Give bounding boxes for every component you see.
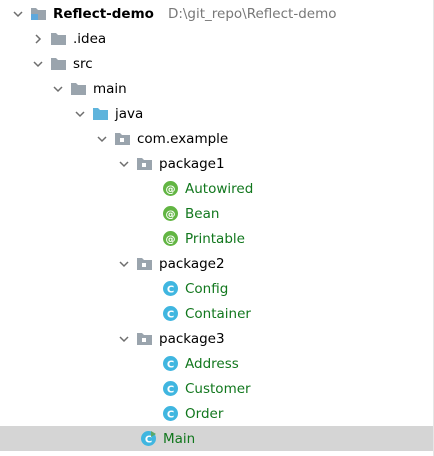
class-icon: C xyxy=(162,280,179,297)
package-icon xyxy=(136,255,153,272)
svg-text:C: C xyxy=(167,284,174,295)
tree-node-reflect-demo[interactable]: Reflect-demo D:\git_repo\Reflect-demo xyxy=(0,1,434,26)
package-label: package3 xyxy=(159,330,225,347)
file-label: Customer xyxy=(185,380,251,397)
package-icon xyxy=(136,330,153,347)
tree-node-main-class[interactable]: C Main xyxy=(0,426,434,451)
annotation-icon: @ xyxy=(162,230,179,247)
chevron-down-icon[interactable] xyxy=(72,106,88,122)
folder-icon xyxy=(70,80,87,97)
chevron-down-icon[interactable] xyxy=(30,56,46,72)
package-label: package2 xyxy=(159,255,225,272)
tree-node-package3[interactable]: package3 xyxy=(0,326,434,351)
source-folder-icon xyxy=(92,105,109,122)
chevron-down-icon[interactable] xyxy=(116,256,132,272)
chevron-down-icon[interactable] xyxy=(116,156,132,172)
folder-label: java xyxy=(115,105,144,122)
tree-node-com-example[interactable]: com.example xyxy=(0,126,434,151)
package-label: com.example xyxy=(137,130,229,147)
tree-node-package1[interactable]: package1 xyxy=(0,151,434,176)
svg-text:@: @ xyxy=(166,209,176,220)
annotation-icon: @ xyxy=(162,180,179,197)
project-path: D:\git_repo\Reflect-demo xyxy=(167,5,337,22)
tree-node-autowired[interactable]: @ Autowired xyxy=(0,176,434,201)
tree-node-address[interactable]: C Address xyxy=(0,351,434,376)
file-label: Order xyxy=(185,405,224,422)
runnable-class-icon: C xyxy=(140,430,157,447)
chevron-down-icon[interactable] xyxy=(94,131,110,147)
tree-node-idea[interactable]: .idea xyxy=(0,26,434,51)
class-icon: C xyxy=(162,305,179,322)
annotation-icon: @ xyxy=(162,205,179,222)
svg-text:@: @ xyxy=(166,234,176,245)
chevron-right-icon[interactable] xyxy=(30,31,46,47)
file-label: Address xyxy=(185,355,239,372)
tree-node-partial xyxy=(0,452,434,456)
tree-node-package2[interactable]: package2 xyxy=(0,251,434,276)
file-label: Container xyxy=(185,305,251,322)
package-icon xyxy=(136,155,153,172)
file-label: Autowired xyxy=(185,180,254,197)
svg-text:C: C xyxy=(167,359,174,370)
tree-node-bean[interactable]: @ Bean xyxy=(0,201,434,226)
module-folder-icon xyxy=(30,5,47,22)
project-name: Reflect-demo xyxy=(53,5,154,22)
chevron-down-icon[interactable] xyxy=(10,6,26,22)
tree-node-container[interactable]: C Container xyxy=(0,301,434,326)
svg-text:@: @ xyxy=(166,184,176,195)
tree-node-printable[interactable]: @ Printable xyxy=(0,226,434,251)
tree-node-java[interactable]: java xyxy=(0,101,434,126)
folder-label: src xyxy=(73,55,93,72)
file-label: Bean xyxy=(185,205,220,222)
package-icon xyxy=(114,130,131,147)
file-label: Config xyxy=(185,280,229,297)
chevron-down-icon[interactable] xyxy=(50,81,66,97)
svg-text:C: C xyxy=(167,384,174,395)
file-label: Printable xyxy=(185,230,245,247)
folder-icon xyxy=(50,30,67,47)
class-icon: C xyxy=(162,405,179,422)
package-label: package1 xyxy=(159,155,225,172)
class-icon: C xyxy=(162,355,179,372)
class-icon: C xyxy=(162,380,179,397)
chevron-down-icon[interactable] xyxy=(116,331,132,347)
folder-label: .idea xyxy=(73,30,107,47)
tree-node-main[interactable]: main xyxy=(0,76,434,101)
folder-label: main xyxy=(93,80,127,97)
svg-text:C: C xyxy=(167,409,174,420)
tree-node-customer[interactable]: C Customer xyxy=(0,376,434,401)
tree-node-src[interactable]: src xyxy=(0,51,434,76)
svg-text:C: C xyxy=(167,309,174,320)
folder-icon xyxy=(50,55,67,72)
tree-node-order[interactable]: C Order xyxy=(0,401,434,426)
tree-node-config[interactable]: C Config xyxy=(0,276,434,301)
file-label: Main xyxy=(163,430,196,447)
